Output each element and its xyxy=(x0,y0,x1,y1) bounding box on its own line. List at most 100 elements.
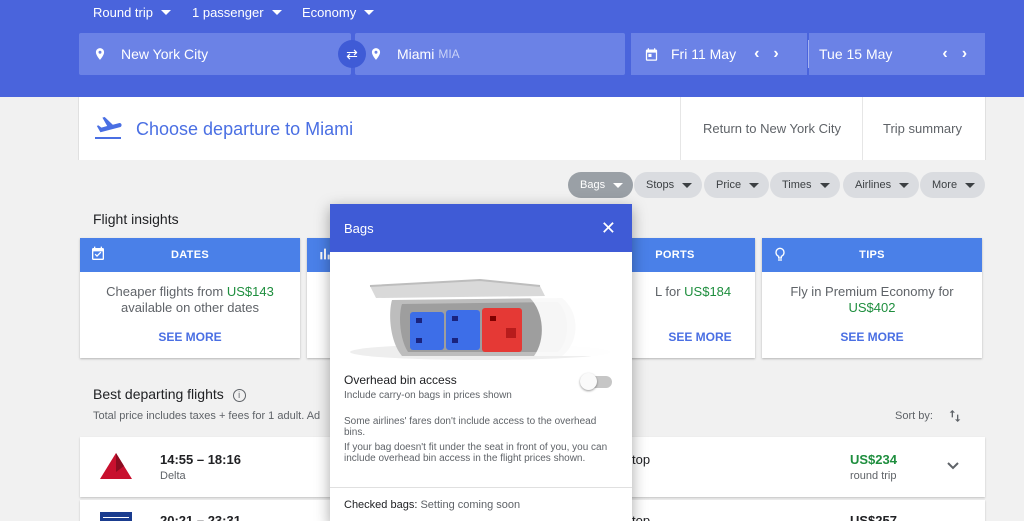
overhead-bin-subtitle: Include carry-on bags in prices shown xyxy=(344,390,512,401)
depart-date-value: Fri 11 May xyxy=(671,46,737,62)
info-icon[interactable]: i xyxy=(232,389,246,402)
page-title: Choose departure to Miami xyxy=(136,119,354,139)
overhead-bin-title: Overhead bin access xyxy=(344,373,457,387)
chip-label: Times xyxy=(782,179,812,191)
checked-bags-label: Checked bags: xyxy=(344,499,418,511)
bags-dialog: Bags ✕ Overhead bin access Include carry… xyxy=(330,204,632,521)
trip-type-select[interactable]: Round trip xyxy=(93,5,171,20)
checked-bags-value: Setting coming soon xyxy=(417,499,521,511)
chip-label: Price xyxy=(716,179,742,191)
chip-label: More xyxy=(932,179,958,191)
chevron-down-icon xyxy=(965,182,976,188)
flight-stops: top xyxy=(632,452,651,467)
card-price: US$143 xyxy=(226,284,274,299)
swap-icon[interactable]: ⇄ xyxy=(338,40,366,68)
toggle-knob xyxy=(580,373,597,390)
filter-chip-stops[interactable]: Stops xyxy=(634,172,703,198)
divider xyxy=(330,487,632,488)
see-more-link[interactable]: SEE MORE xyxy=(80,330,300,344)
chevron-down-icon xyxy=(271,10,282,15)
flights-subtitle: Total price includes taxes + fees for 1 … xyxy=(93,410,321,422)
dialog-title: Bags xyxy=(344,220,374,236)
return-date-field[interactable]: Tue 15 May ‹ › xyxy=(809,33,985,75)
calendar-icon xyxy=(645,47,658,61)
depart-date-field[interactable]: Fri 11 May ‹ › xyxy=(631,33,807,75)
insights-title: Flight insights xyxy=(93,211,179,227)
search-bar: Round trip 1 passenger Economy New York … xyxy=(0,0,1024,97)
chip-label: Bags xyxy=(580,179,606,191)
card-text: Fly in Premium Economy for xyxy=(790,284,954,299)
chevron-left-icon[interactable]: ‹ xyxy=(754,45,759,63)
chevron-down-icon xyxy=(749,182,760,188)
cabin-select[interactable]: Economy xyxy=(302,5,375,20)
lightbulb-icon xyxy=(775,247,785,261)
chevron-down-icon xyxy=(899,182,910,188)
chevron-right-icon[interactable]: › xyxy=(773,45,778,63)
card-head: DATES xyxy=(171,249,209,261)
flights-title: Best departing flights i xyxy=(93,386,246,402)
flight-time: 20:21 – 23:31 xyxy=(160,513,241,521)
chevron-down-icon xyxy=(819,182,830,188)
checked-bags-row: Checked bags: Setting coming soon xyxy=(344,499,520,511)
cabin-label: Economy xyxy=(302,5,357,20)
filter-chip-airlines[interactable]: Airlines xyxy=(843,172,920,198)
flight-price: US$257 xyxy=(850,513,897,521)
overhead-bin-illustration xyxy=(330,252,632,364)
chevron-down-icon xyxy=(160,10,171,15)
flight-airline: Delta xyxy=(160,470,186,482)
flight-time: 14:55 – 18:16 xyxy=(160,452,241,467)
chevron-down-icon[interactable] xyxy=(946,461,960,471)
chip-label: Stops xyxy=(646,179,675,191)
airline-logo xyxy=(100,512,132,521)
flight-stops: top xyxy=(632,513,651,521)
trip-type-label: Round trip xyxy=(93,5,153,20)
chevron-down-icon xyxy=(364,10,375,15)
step-return-label: Return to New York City xyxy=(703,121,842,136)
delta-logo xyxy=(100,453,132,479)
see-more-link[interactable]: SEE MORE xyxy=(762,330,982,344)
card-price: US$184 xyxy=(684,284,732,299)
insight-card-tips: TIPS Fly in Premium Economy for US$402 S… xyxy=(762,238,982,358)
filter-chip-times[interactable]: Times xyxy=(770,172,840,198)
origin-field[interactable]: New York City xyxy=(79,33,351,75)
passengers-select[interactable]: 1 passenger xyxy=(192,5,282,20)
bags-note-1: Some airlines' fares don't include acces… xyxy=(344,416,597,438)
destination-value: Miami xyxy=(397,46,435,62)
calendar-check-icon xyxy=(92,246,104,260)
filter-chip-bags[interactable]: Bags xyxy=(568,172,634,198)
step-return[interactable]: Return to New York City xyxy=(680,97,862,160)
return-date-value: Tue 15 May xyxy=(819,46,893,62)
airplane-departure-icon xyxy=(95,117,122,139)
chevron-right-icon[interactable]: › xyxy=(962,45,967,63)
step-summary-label: Trip summary xyxy=(883,121,962,136)
card-text2: available on other dates xyxy=(120,300,260,315)
card-text: Cheaper flights from xyxy=(106,284,227,299)
filter-chip-more[interactable]: More xyxy=(920,172,986,198)
flights-title-text: Best departing flights xyxy=(93,386,224,402)
close-icon[interactable]: ✕ xyxy=(601,218,616,239)
chevron-left-icon[interactable]: ‹ xyxy=(942,45,947,63)
overhead-bin-toggle[interactable] xyxy=(580,373,612,390)
card-head: PORTS xyxy=(655,249,695,261)
location-pin-icon xyxy=(371,48,381,60)
destination-field[interactable]: Miami MIA xyxy=(355,33,625,75)
chevron-down-icon xyxy=(613,182,624,188)
flight-price-sub: round trip xyxy=(850,470,897,482)
insight-card-dates: DATES Cheaper flights from US$143 availa… xyxy=(80,238,300,358)
card-price: US$402 xyxy=(848,300,896,315)
filter-chip-price[interactable]: Price xyxy=(704,172,770,198)
location-pin-icon xyxy=(95,48,105,60)
step-summary[interactable]: Trip summary xyxy=(862,97,986,160)
sort-label: Sort by: xyxy=(895,410,933,422)
destination-code: MIA xyxy=(438,47,460,61)
origin-value: New York City xyxy=(121,46,209,62)
chip-label: Airlines xyxy=(855,179,892,191)
dialog-header: Bags ✕ xyxy=(330,204,632,252)
card-text: L for xyxy=(655,284,685,299)
chevron-down-icon xyxy=(682,182,693,188)
card-head: TIPS xyxy=(859,249,885,261)
bags-note-2: If your bag doesn't fit under the seat i… xyxy=(344,442,608,464)
flight-price: US$234 xyxy=(850,452,897,467)
sort-icon[interactable] xyxy=(947,408,963,424)
flight-step-header: Choose departure to Miami Return to New … xyxy=(78,97,986,160)
